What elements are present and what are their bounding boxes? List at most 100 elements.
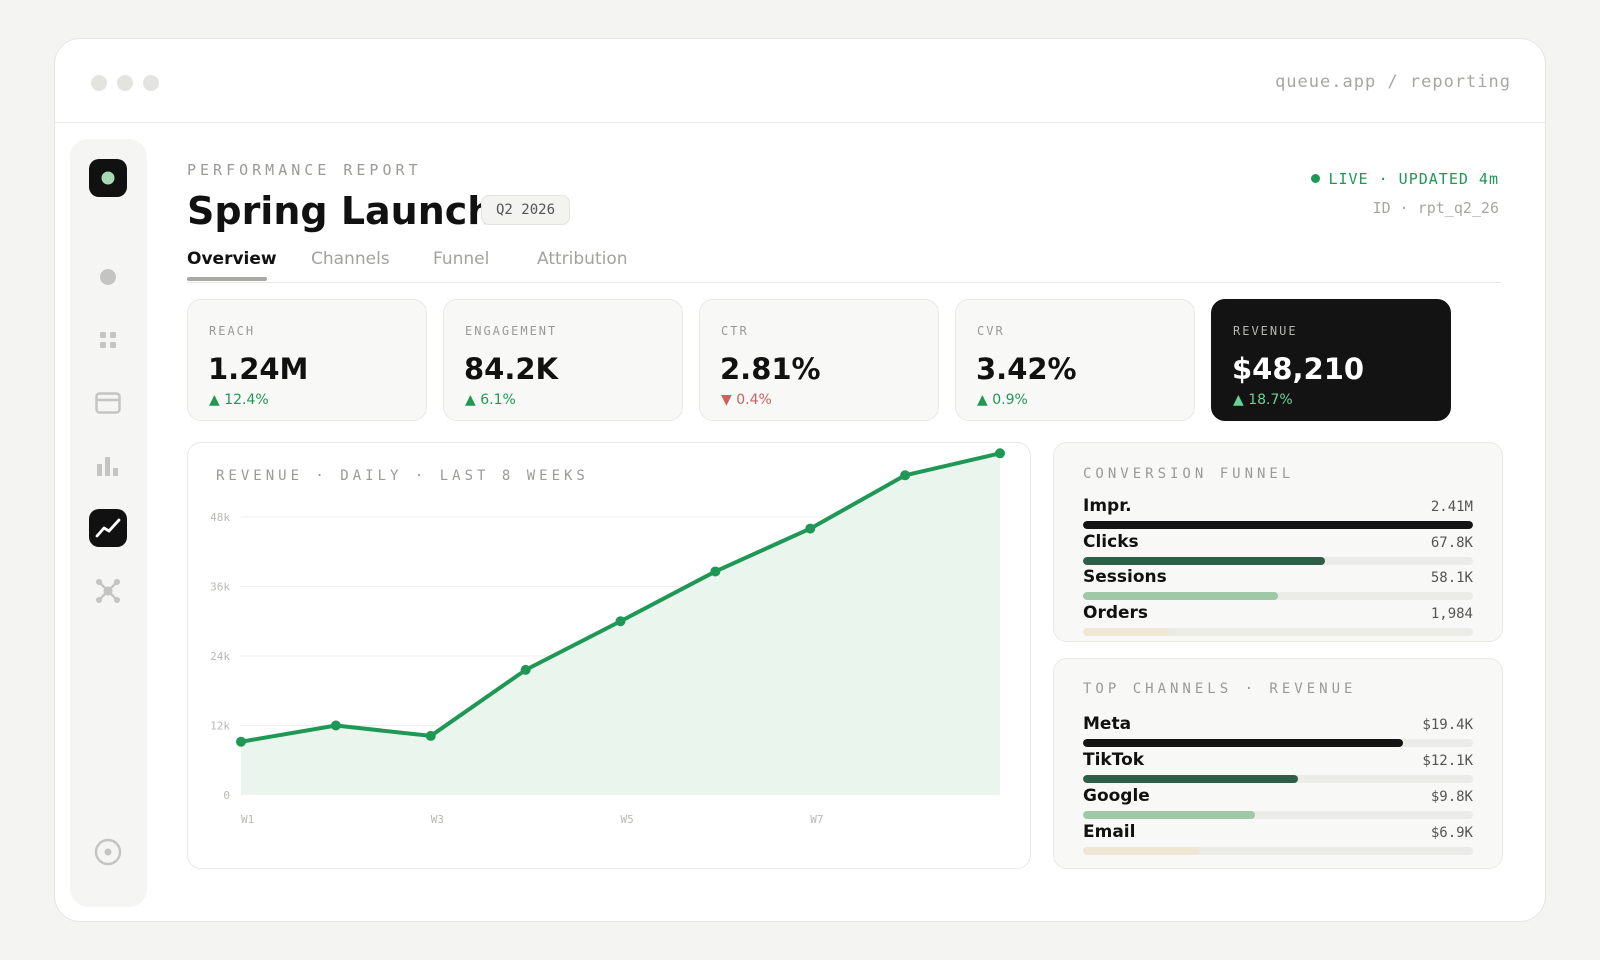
channel-name: TikTok xyxy=(1083,750,1145,770)
live-status: LIVE · UPDATED 4m xyxy=(1311,170,1499,188)
funnel-name: Impr. xyxy=(1083,496,1132,516)
data-point xyxy=(236,736,246,747)
sidebar xyxy=(70,139,147,907)
url-breadcrumb: queue.app / reporting xyxy=(1275,72,1511,92)
funnel-bar-fill xyxy=(1083,556,1325,565)
data-point xyxy=(425,730,436,741)
active-tab-indicator xyxy=(187,277,267,281)
funnel-value: 58.1K xyxy=(1430,570,1473,586)
tab-bar: Overview Channels Funnel Attribution xyxy=(187,249,1501,283)
y-tick-label: 48k xyxy=(210,511,230,524)
grid-icon[interactable] xyxy=(89,321,127,359)
tab-attribution[interactable]: Attribution xyxy=(537,249,628,269)
channel-name: Meta xyxy=(1083,714,1132,734)
data-point xyxy=(330,720,341,731)
channel-name: Google xyxy=(1083,786,1150,806)
y-tick-label: 24k xyxy=(210,650,230,663)
logo-icon[interactable] xyxy=(89,159,127,197)
bar-chart-icon[interactable] xyxy=(89,447,127,485)
kpi-value: 1.24M xyxy=(208,352,309,386)
data-point xyxy=(995,448,1005,459)
kpi-delta: ▲ 6.1% xyxy=(465,392,516,408)
funnel-value: 67.8K xyxy=(1430,534,1473,551)
x-tick-label: W1 xyxy=(241,813,254,826)
kpi-card-reach[interactable]: REACH 1.24M ▲ 12.4% xyxy=(187,299,427,421)
network-icon[interactable] xyxy=(89,572,127,610)
x-tick-label: W3 xyxy=(431,813,444,826)
kpi-value: $48,210 xyxy=(1232,352,1365,386)
funnel-bar-track xyxy=(1083,627,1473,636)
kpi-delta: ▲ 18.7% xyxy=(1233,392,1293,408)
window-minimize-dot[interactable] xyxy=(117,75,133,91)
kpi-label: REACH xyxy=(209,324,256,338)
tab-overview[interactable]: Overview xyxy=(187,249,277,269)
kpi-value: 3.42% xyxy=(976,352,1077,386)
funnel-name: Clicks xyxy=(1083,531,1139,552)
channels-title: TOP CHANNELS · REVENUE xyxy=(1083,681,1357,697)
kpi-card-revenue[interactable]: REVENUE $48,210 ▲ 18.7% xyxy=(1211,299,1451,421)
top-channels-card: TOP CHANNELS · REVENUE Meta $19.4K TikTok $… xyxy=(1053,658,1503,869)
funnel-name: Orders xyxy=(1083,602,1149,623)
page-title: Spring Launch xyxy=(187,189,495,233)
trend-icon[interactable] xyxy=(89,509,127,547)
settings-icon[interactable] xyxy=(89,833,127,871)
x-tick-label: W5 xyxy=(621,813,634,826)
title-bar: queue.app / reporting xyxy=(55,39,1545,123)
report-eyebrow: PERFORMANCE REPORT xyxy=(187,161,422,179)
channel-bar-track xyxy=(1083,847,1473,855)
data-point xyxy=(520,664,531,675)
kpi-label: ENGAGEMENT xyxy=(465,324,558,338)
data-point xyxy=(900,470,911,481)
channel-bar-fill xyxy=(1083,739,1403,747)
funnel-bar-fill xyxy=(1083,627,1169,636)
kpi-card-cvr[interactable]: CVR 3.42% ▲ 0.9% xyxy=(955,299,1195,421)
y-tick-label: 36k xyxy=(210,581,230,594)
tab-channels[interactable]: Channels xyxy=(311,249,390,269)
channel-bar-track xyxy=(1083,775,1473,783)
funnel-bar-track xyxy=(1083,592,1473,600)
x-tick-label: W7 xyxy=(810,813,823,826)
channel-value: $12.1K xyxy=(1422,753,1473,769)
funnel-value: 1,984 xyxy=(1430,605,1473,622)
kpi-value: 84.2K xyxy=(464,352,559,386)
data-point xyxy=(615,616,626,627)
funnel-bar-track xyxy=(1083,556,1473,565)
data-point xyxy=(710,566,721,577)
live-dot-icon xyxy=(1311,174,1321,183)
card-icon[interactable] xyxy=(89,384,127,422)
revenue-chart-card: REVENUE · DAILY · LAST 8 WEEKS 0 12k 24k 36… xyxy=(187,442,1031,869)
kpi-value: 2.81% xyxy=(720,352,821,386)
kpi-card-engagement[interactable]: ENGAGEMENT 84.2K ▲ 6.1% xyxy=(443,299,683,421)
window-maximize-dot[interactable] xyxy=(143,75,159,91)
channel-value: $6.9K xyxy=(1430,825,1473,841)
live-status-text: LIVE · UPDATED 4m xyxy=(1328,170,1499,188)
kpi-card-ctr[interactable]: CTR 2.81% ▼ 0.4% xyxy=(699,299,939,421)
funnel-bar-track xyxy=(1083,521,1473,529)
window-close-dot[interactable] xyxy=(91,75,107,91)
y-tick-label: 12k xyxy=(210,720,230,733)
channel-name: Email xyxy=(1083,822,1136,842)
channel-bar-fill xyxy=(1083,775,1298,783)
channel-bar-fill xyxy=(1083,811,1255,819)
channel-bar-track xyxy=(1083,739,1473,747)
circle-icon[interactable] xyxy=(89,258,127,296)
kpi-label: REVENUE xyxy=(1233,324,1298,338)
tab-funnel[interactable]: Funnel xyxy=(433,249,489,269)
funnel-bar-fill xyxy=(1083,592,1278,600)
kpi-label: CTR xyxy=(721,324,749,338)
funnel-name: Sessions xyxy=(1083,567,1167,587)
conversion-funnel-card: CONVERSION FUNNEL Impr. 2.41M Clicks 67.8K S… xyxy=(1053,442,1503,642)
funnel-value: 2.41M xyxy=(1430,499,1473,515)
channel-value: $19.4K xyxy=(1422,717,1473,733)
y-tick-label: 0 xyxy=(223,789,230,802)
main-content: PERFORMANCE REPORT Spring Launch Q2 2026… xyxy=(187,123,1545,921)
funnel-title: CONVERSION FUNNEL xyxy=(1083,466,1295,482)
data-point xyxy=(805,523,816,534)
channel-bar-track xyxy=(1083,811,1473,819)
kpi-delta: ▲ 12.4% xyxy=(209,392,269,408)
app-window: queue.app / reporting PERFORMANCE REPORT… xyxy=(54,38,1546,922)
report-id: ID · rpt_q2_26 xyxy=(1372,199,1499,217)
channel-bar-fill xyxy=(1083,847,1200,855)
revenue-chart: 0 12k 24k 36k 48k W1 W3 W5 W7 xyxy=(210,448,1005,826)
kpi-label: CVR xyxy=(977,324,1005,338)
